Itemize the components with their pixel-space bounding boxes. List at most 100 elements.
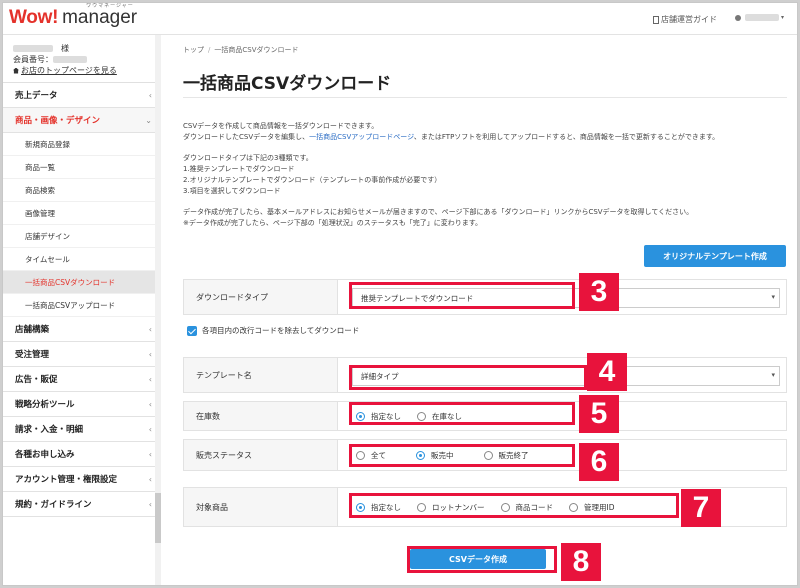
sidebar-item-sales[interactable]: 売上データ ‹ bbox=[3, 83, 160, 108]
download-type-label: ダウンロードタイプ bbox=[184, 280, 338, 314]
description-text: 、またはFTPソフトを利用してアップロードすると、商品情報を一括で更新することが… bbox=[413, 133, 720, 141]
remove-linebreak-checkbox[interactable]: 各項目内の改行コードを除去してダウンロード bbox=[187, 325, 359, 336]
user-name-redacted bbox=[745, 14, 779, 21]
logo-manager-text: manager bbox=[62, 7, 138, 28]
sidebar-item-label: 広告・販促 bbox=[15, 375, 58, 385]
guide-link-label: 店舗運営ガイド bbox=[661, 15, 717, 24]
guide-link[interactable]: 店舗運営ガイド bbox=[653, 14, 717, 25]
breadcrumb-top[interactable]: トップ bbox=[183, 46, 204, 54]
submenu-image-management[interactable]: 画像管理 bbox=[3, 202, 160, 225]
template-name-label: テンプレート名 bbox=[184, 358, 338, 392]
chevron-left-icon: ‹ bbox=[148, 475, 152, 484]
submenu-csv-download[interactable]: 一括商品CSVダウンロード bbox=[3, 271, 160, 294]
sidebar-item-accounts[interactable]: アカウント管理・権限設定 ‹ bbox=[3, 467, 160, 492]
document-icon bbox=[653, 15, 659, 24]
description-line: 3.項目を選択してダウンロード bbox=[183, 187, 281, 195]
sidebar-item-store-build[interactable]: 店舗構築 ‹ bbox=[3, 317, 160, 342]
checkbox-checked-icon bbox=[187, 325, 197, 336]
chevron-left-icon: ‹ bbox=[148, 375, 152, 384]
chevron-left-icon: ‹ bbox=[148, 325, 152, 334]
sidebar-scroll-thumb[interactable] bbox=[155, 493, 161, 543]
sidebar-item-label: 受注管理 bbox=[15, 350, 50, 360]
sidebar-item-label: 店舗構築 bbox=[15, 325, 50, 335]
target-products-label: 対象商品 bbox=[184, 488, 338, 526]
description-line: 2.オリジナルテンプレートでダウンロード（テンプレートの事前作成が必要です） bbox=[183, 176, 442, 184]
submenu-label: 商品検索 bbox=[25, 185, 55, 195]
original-template-button[interactable]: オリジナルテンプレート作成 bbox=[644, 245, 786, 267]
member-label: 会員番号： bbox=[13, 55, 53, 64]
member-number-redacted bbox=[53, 56, 87, 63]
sidebar-item-label: 売上データ bbox=[15, 91, 58, 101]
callout-number-7: 7 bbox=[681, 489, 721, 527]
callout-box-7 bbox=[349, 493, 679, 518]
sidebar: 様 会員番号： お店のトップページを見る 売上データ ‹ 商品・画像・デザイン ⌄ … bbox=[3, 35, 161, 585]
submenu-label: タイムセール bbox=[25, 254, 70, 264]
callout-box-6 bbox=[349, 444, 575, 467]
submenu-label: 商品一覧 bbox=[25, 162, 55, 172]
sidebar-menu: 売上データ ‹ 商品・画像・デザイン ⌄ 新規商品登録 商品一覧 商品検索 画像管理… bbox=[3, 83, 160, 517]
sidebar-item-billing[interactable]: 請求・入金・明細 ‹ bbox=[3, 417, 160, 442]
user-name-row: 様 bbox=[13, 43, 154, 54]
sidebar-item-label: アカウント管理・権限設定 bbox=[15, 475, 118, 485]
sales-status-label: 販売ステータス bbox=[184, 440, 338, 470]
chevron-left-icon: ‹ bbox=[148, 450, 152, 459]
app-window: Wow! ワウマネージャー manager 店舗運営ガイド ▾ 様 会員番号： bbox=[2, 2, 798, 586]
submenu-label: 店舗デザイン bbox=[25, 231, 70, 241]
sidebar-scrollbar[interactable] bbox=[155, 35, 161, 585]
user-icon bbox=[735, 14, 741, 21]
breadcrumb: トップ / 一括商品CSVダウンロード bbox=[183, 45, 298, 55]
home-icon bbox=[13, 67, 19, 74]
csv-upload-page-link[interactable]: 一括商品CSVアップロードページ bbox=[309, 133, 414, 141]
shop-top-link[interactable]: お店のトップページを見る bbox=[13, 65, 154, 76]
sidebar-item-applications[interactable]: 各種お申し込み ‹ bbox=[3, 442, 160, 467]
callout-box-5 bbox=[349, 402, 575, 425]
breadcrumb-current: 一括商品CSVダウンロード bbox=[214, 46, 299, 54]
user-menu[interactable]: ▾ bbox=[735, 14, 784, 21]
sidebar-item-terms[interactable]: 規約・ガイドライン ‹ bbox=[3, 492, 160, 517]
chevron-left-icon: ‹ bbox=[148, 425, 152, 434]
callout-box-3 bbox=[349, 282, 575, 309]
description-line: データ作成が完了したら、基本メールアドレスにお知らせメールが届きますので、ページ… bbox=[183, 208, 694, 216]
sidebar-user-info: 様 会員番号： お店のトップページを見る bbox=[3, 35, 160, 83]
chevron-left-icon: ‹ bbox=[148, 350, 152, 359]
user-suffix: 様 bbox=[61, 44, 69, 53]
caret-down-icon: ▾ bbox=[781, 14, 785, 21]
member-number-row: 会員番号： bbox=[13, 54, 154, 65]
remove-linebreak-label: 各項目内の改行コードを除去してダウンロード bbox=[202, 326, 360, 335]
chevron-left-icon: ‹ bbox=[148, 500, 152, 509]
callout-box-4 bbox=[349, 365, 587, 390]
submenu-product-search[interactable]: 商品検索 bbox=[3, 179, 160, 202]
chevron-left-icon: ‹ bbox=[148, 400, 152, 409]
sidebar-item-label: 商品・画像・デザイン bbox=[15, 116, 101, 126]
logo-kana: ワウマネージャー bbox=[86, 3, 134, 9]
submenu-shop-design[interactable]: 店舗デザイン bbox=[3, 225, 160, 248]
callout-number-8: 8 bbox=[561, 543, 601, 581]
description-line: ダウンロードしたCSVデータを編集し、一括商品CSVアップロードページ、またはF… bbox=[183, 132, 719, 142]
sidebar-item-ads[interactable]: 広告・販促 ‹ bbox=[3, 367, 160, 392]
logo-manager: ワウマネージャー manager bbox=[62, 3, 138, 29]
submenu-time-sale[interactable]: タイムセール bbox=[3, 248, 160, 271]
description-text: ダウンロードしたCSVデータを編集し、 bbox=[183, 133, 310, 141]
submenu-new-product[interactable]: 新規商品登録 bbox=[3, 133, 160, 156]
submenu-csv-upload[interactable]: 一括商品CSVアップロード bbox=[3, 294, 160, 317]
logo[interactable]: Wow! ワウマネージャー manager bbox=[9, 3, 138, 29]
select-caret-icon: ▾ bbox=[771, 293, 775, 301]
callout-number-3: 3 bbox=[579, 273, 619, 311]
logo-wow: Wow! bbox=[9, 7, 59, 28]
top-bar: Wow! ワウマネージャー manager 店舗運営ガイド ▾ bbox=[3, 3, 797, 35]
submenu-product-list[interactable]: 商品一覧 bbox=[3, 156, 160, 179]
submenu-label: 画像管理 bbox=[25, 208, 55, 218]
sidebar-item-label: 各種お申し込み bbox=[15, 450, 75, 460]
callout-number-4: 4 bbox=[587, 353, 627, 391]
submenu-label: 新規商品登録 bbox=[25, 139, 70, 149]
divider bbox=[183, 97, 787, 98]
sidebar-item-analytics[interactable]: 戦略分析ツール ‹ bbox=[3, 392, 160, 417]
sidebar-item-orders[interactable]: 受注管理 ‹ bbox=[3, 342, 160, 367]
shop-top-link-label: お店のトップページを見る bbox=[21, 66, 117, 75]
sidebar-item-products[interactable]: 商品・画像・デザイン ⌄ bbox=[3, 108, 160, 133]
chevron-down-icon: ⌄ bbox=[145, 116, 152, 125]
description-line: ダウンロードタイプは下記の3種類です。 bbox=[183, 154, 313, 162]
description-line: CSVデータを作成して商品情報を一括ダウンロードできます。 bbox=[183, 122, 379, 130]
description-line: ※データ作成が完了したら、ページ下部の「処理状況」のステータスも「完了」に変わり… bbox=[183, 219, 483, 227]
submenu-label: 一括商品CSVダウンロード bbox=[25, 277, 116, 287]
